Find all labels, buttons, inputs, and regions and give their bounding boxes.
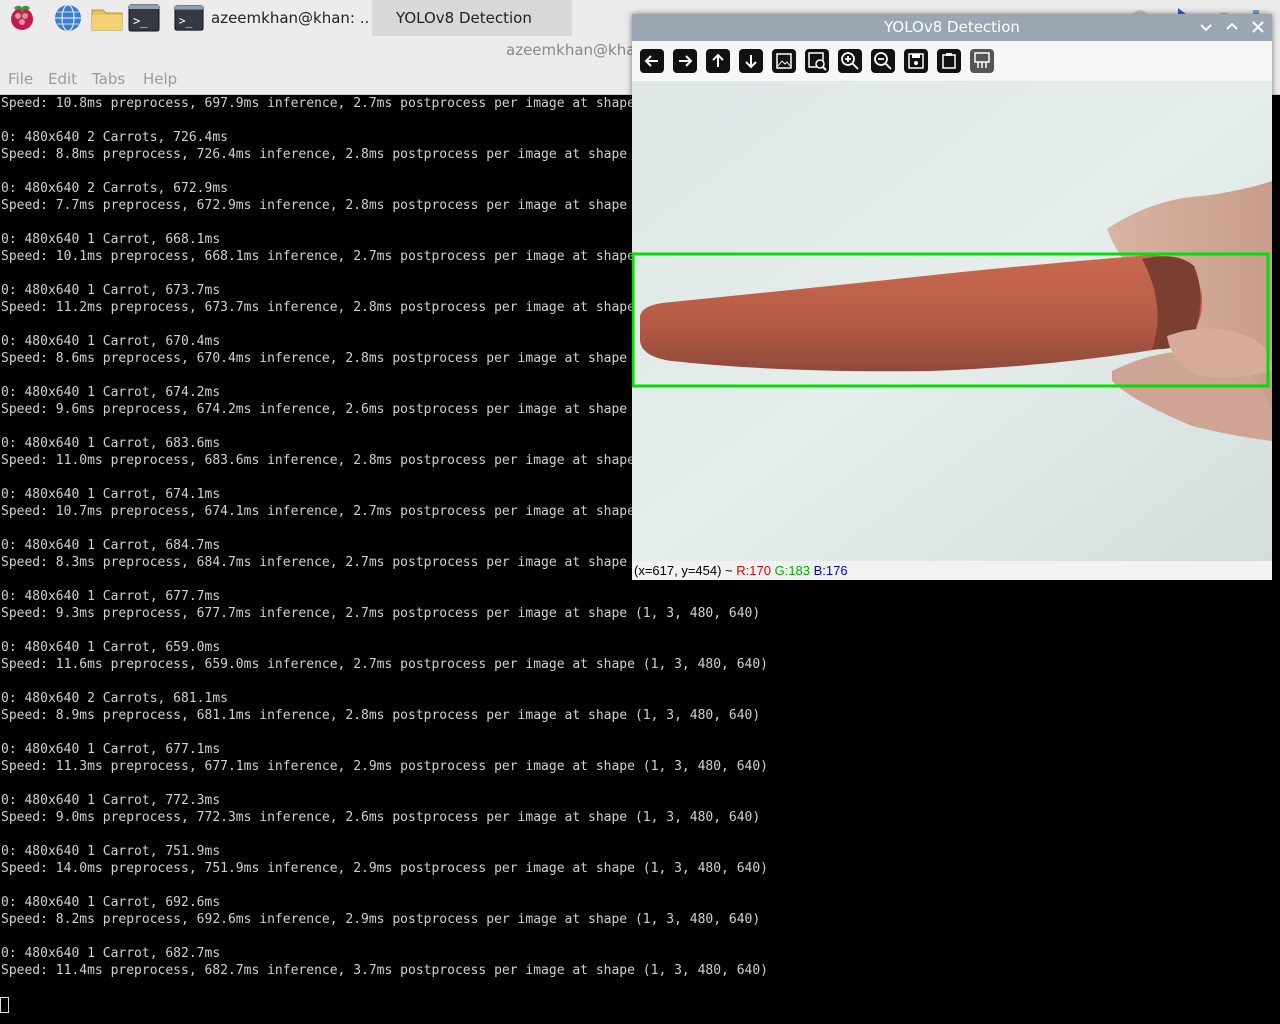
arrow-right-icon[interactable]: [672, 48, 698, 74]
save-icon[interactable]: [903, 48, 929, 74]
terminal-line: Speed: 11.3ms preprocess, 677.1ms infere…: [1, 759, 769, 774]
image-icon[interactable]: [771, 48, 797, 74]
file-manager-icon[interactable]: [90, 3, 123, 33]
terminal-line: 0: 480x640 1 Carrot, 772.3ms: [1, 793, 221, 808]
image-zoom-icon[interactable]: [804, 48, 830, 74]
detection-image-view[interactable]: [632, 81, 1272, 561]
zoom-out-icon[interactable]: [870, 48, 896, 74]
terminal-line: 0: 480x640 2 Carrots, 681.1ms: [1, 691, 228, 706]
menu-help[interactable]: Help: [143, 70, 177, 88]
yolo-window-title: YOLOv8 Detection: [884, 18, 1020, 36]
terminal-line: Speed: 8.2ms preprocess, 692.6ms inferen…: [1, 912, 761, 927]
raspberry-pi-menu-icon[interactable]: [7, 3, 37, 33]
terminal-cursor: [0, 997, 9, 1013]
svg-text:>_: >_: [179, 15, 193, 28]
zoom-in-icon[interactable]: [837, 48, 863, 74]
menu-file[interactable]: File: [8, 70, 33, 88]
clipboard-icon[interactable]: [936, 48, 962, 74]
yolo-window: YOLOv8 Detection (x=617, y=454) ~ R:170 …: [632, 14, 1272, 580]
yolo-toolbar: [632, 41, 1272, 81]
terminal-line: Speed: 9.0ms preprocess, 772.3ms inferen…: [1, 810, 761, 825]
terminal-line: Speed: 8.9ms preprocess, 681.1ms inferen…: [1, 708, 761, 723]
terminal-line: 0: 480x640 1 Carrot, 677.7ms: [1, 589, 221, 604]
terminal-launcher-icon[interactable]: >_: [128, 3, 160, 33]
properties-icon[interactable]: [969, 48, 995, 74]
terminal-line: 0: 480x640 1 Carrot, 692.6ms: [1, 895, 221, 910]
taskbar-task-terminal[interactable]: >_ azeemkhan@khan: ..: [174, 0, 370, 36]
status-coords: (x=617, y=454) ~: [634, 563, 737, 578]
status-blue: B:176: [813, 563, 848, 578]
terminal-line: Speed: 11.6ms preprocess, 659.0ms infere…: [1, 657, 769, 672]
arrow-left-icon[interactable]: [639, 48, 665, 74]
terminal-line: 0: 480x640 1 Carrot, 751.9ms: [1, 844, 221, 859]
close-icon[interactable]: [1248, 17, 1268, 37]
status-green: G:183: [774, 563, 811, 578]
taskbar-task-label: azeemkhan@khan: ..: [211, 9, 370, 27]
arrow-down-icon[interactable]: [738, 48, 764, 74]
web-browser-icon[interactable]: [53, 3, 83, 33]
terminal-line: Speed: 9.3ms preprocess, 677.7ms inferen…: [1, 606, 761, 621]
svg-text:>_: >_: [133, 14, 148, 28]
status-red: R:170: [736, 563, 771, 578]
camera-frame: [632, 81, 1272, 561]
yolo-titlebar[interactable]: YOLOv8 Detection: [632, 14, 1272, 41]
terminal-line: Speed: 14.0ms preprocess, 751.9ms infere…: [1, 861, 769, 876]
taskbar-task-yolo[interactable]: YOLOv8 Detection: [372, 0, 572, 36]
terminal-line: 0: 480x640 1 Carrot, 677.1ms: [1, 742, 221, 757]
maximize-icon[interactable]: [1222, 17, 1242, 37]
terminal-icon: >_: [174, 5, 204, 31]
terminal-line: 0: 480x640 1 Carrot, 659.0ms: [1, 640, 221, 655]
menu-edit[interactable]: Edit: [48, 70, 77, 88]
pixel-status-bar: (x=617, y=454) ~ R:170 G:183 B:176: [632, 561, 1272, 580]
menu-tabs[interactable]: Tabs: [92, 70, 125, 88]
terminal-line: Speed: 11.4ms preprocess, 682.7ms infere…: [1, 963, 769, 978]
minimize-icon[interactable]: [1196, 17, 1216, 37]
arrow-up-icon[interactable]: [705, 48, 731, 74]
taskbar-task-label: YOLOv8 Detection: [396, 9, 532, 27]
terminal-line: 0: 480x640 1 Carrot, 682.7ms: [1, 946, 221, 961]
